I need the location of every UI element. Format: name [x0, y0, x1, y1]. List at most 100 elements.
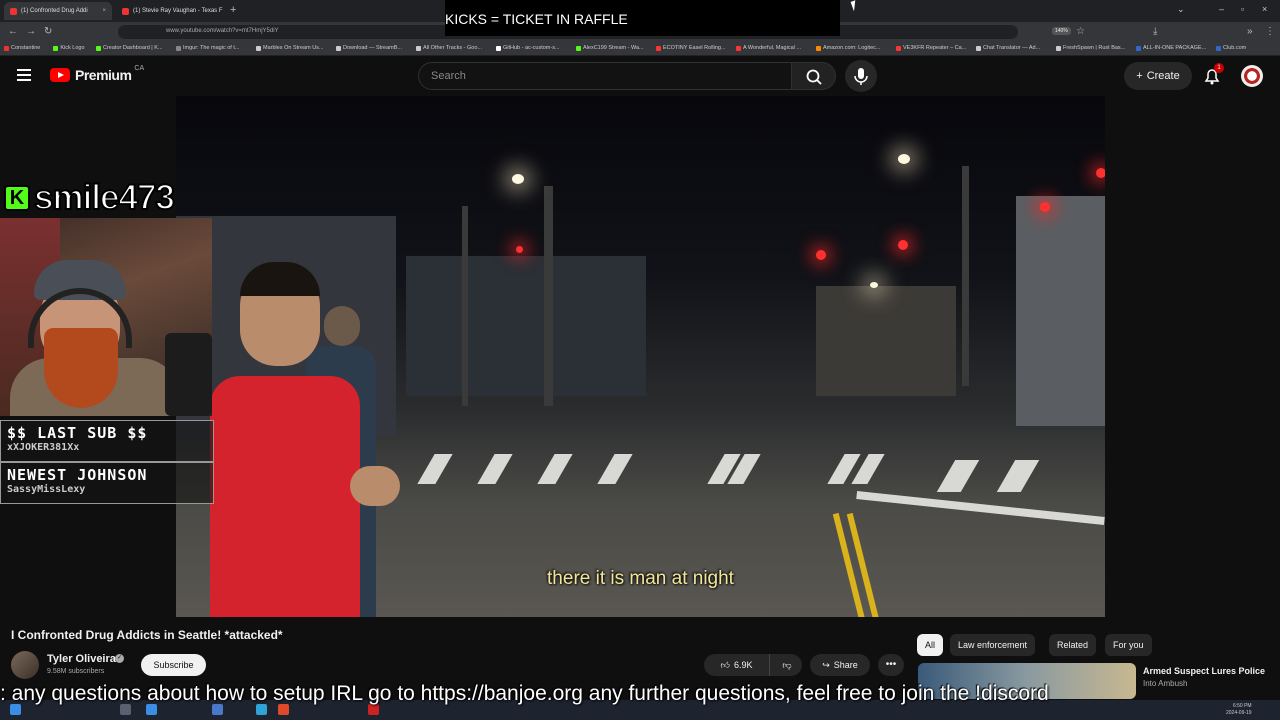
- traffic-light-red: [816, 250, 826, 260]
- bookmark-item[interactable]: ALL-IN-ONE PACKAGE...: [1136, 45, 1206, 51]
- bookmark-label: ECOTINY Easel Rolling...: [663, 45, 726, 51]
- hamburger-menu-icon[interactable]: [17, 69, 31, 81]
- reload-icon[interactable]: ↻: [44, 26, 52, 37]
- crosswalk-stripe: [537, 454, 573, 484]
- traffic-light-red: [898, 240, 908, 250]
- bookmark-item[interactable]: Creator Dashboard | K...: [96, 45, 163, 51]
- channel-avatar[interactable]: [11, 651, 39, 679]
- bookmark-favicon-icon: [1216, 45, 1221, 51]
- close-window-icon[interactable]: ×: [1262, 4, 1267, 14]
- new-tab-button[interactable]: +: [230, 4, 236, 16]
- subscribe-button[interactable]: Subscribe: [141, 654, 206, 676]
- bookmark-item[interactable]: Download — StreamB...: [336, 45, 402, 51]
- youtube-premium-logo[interactable]: Premium CA: [50, 65, 144, 83]
- youtube-favicon-icon: [10, 7, 17, 15]
- bookmark-label: Marbles On Stream Us...: [263, 45, 324, 51]
- bookmark-label: Club.com: [1223, 45, 1247, 51]
- video-player[interactable]: there it is man at night: [176, 96, 1105, 617]
- search-button[interactable]: [792, 62, 836, 90]
- chip-all[interactable]: All: [917, 634, 944, 656]
- bookmark-favicon-icon: [496, 45, 501, 51]
- extensions-icon[interactable]: »: [1247, 26, 1253, 37]
- youtube-favicon-icon: [122, 7, 129, 15]
- tab-search-icon[interactable]: ⌄: [1177, 4, 1185, 15]
- bookmarks-bar: Constantine Kick Logo Creator Dashboard | …: [0, 42, 1280, 56]
- search-input[interactable]: Search: [418, 62, 792, 90]
- bookmark-item[interactable]: VE3KFR Repeater – Ca...: [896, 45, 966, 51]
- recommended-title[interactable]: Armed Suspect Lures Police: [1143, 665, 1265, 678]
- newest-follower-panel: NEWEST JOHNSON SassyMissLexy: [0, 462, 214, 504]
- more-icon: •••: [885, 659, 897, 670]
- bookmark-item[interactable]: GitHub - ac-custom-s...: [496, 45, 560, 51]
- create-label: Create: [1146, 70, 1180, 82]
- back-icon[interactable]: ←: [8, 26, 18, 37]
- bookmark-favicon-icon: [53, 45, 59, 51]
- bookmark-item[interactable]: Chat Translator — Ad...: [976, 45, 1040, 51]
- microphone-icon: [854, 68, 868, 85]
- notification-badge: 1: [1214, 63, 1224, 73]
- like-button[interactable]: 👍︎ 6.9K: [704, 654, 770, 676]
- discord-ticker: : any questions about how to setup IRL g…: [0, 682, 1049, 705]
- bookmark-favicon-icon: [816, 45, 821, 51]
- bookmark-star-icon[interactable]: ☆: [1076, 26, 1085, 37]
- search-icon: [806, 69, 822, 85]
- street-lamp: [512, 174, 524, 184]
- dislike-button[interactable]: 👎︎: [772, 654, 802, 676]
- bookmark-label: Kick Logo: [60, 45, 85, 51]
- video-title: I Confronted Drug Addicts in Seattle! *a…: [11, 628, 283, 642]
- account-avatar[interactable]: [1241, 65, 1263, 87]
- brand-label: Premium: [75, 67, 132, 83]
- utility-pole: [462, 206, 468, 406]
- bookmark-item[interactable]: Club.com: [1216, 45, 1246, 51]
- maximize-icon[interactable]: ▫: [1241, 4, 1244, 14]
- close-tab-icon[interactable]: ×: [102, 8, 106, 14]
- streamer-name-overlay: K smile473: [0, 177, 212, 218]
- zoom-indicator[interactable]: 140%: [1052, 27, 1071, 35]
- bookmark-item[interactable]: Constantine: [4, 45, 40, 51]
- channel-name[interactable]: Tyler Oliveira: [47, 653, 116, 665]
- chip-law-enforcement[interactable]: Law enforcement: [950, 634, 1036, 656]
- bookmark-label: VE3KFR Repeater – Ca...: [903, 45, 967, 51]
- street-lamp: [870, 282, 878, 288]
- building: [1016, 196, 1105, 426]
- bookmark-item[interactable]: Amazon.com: Logitec...: [816, 45, 880, 51]
- crosswalk-stripe: [936, 460, 980, 492]
- download-icon[interactable]: ⤓: [1153, 26, 1157, 37]
- browser-tab-active[interactable]: (1) Confronted Drug Addi ×: [4, 2, 112, 20]
- browser-tab[interactable]: (1) Stevie Ray Vaughan - Texas F ×: [116, 2, 226, 20]
- bookmark-favicon-icon: [576, 45, 581, 51]
- last-sub-name: xXJOKER381Xx: [7, 442, 80, 453]
- crosswalk-stripe: [417, 454, 453, 484]
- raffle-banner-text: KICKS = TICKET IN RAFFLE: [445, 11, 628, 27]
- bookmark-item[interactable]: Imgur: The magic of t...: [176, 45, 239, 51]
- share-button[interactable]: ↪ Share: [810, 654, 870, 676]
- chip-related[interactable]: Related: [1049, 634, 1097, 656]
- bookmark-favicon-icon: [656, 45, 661, 51]
- youtube-play-icon: [50, 68, 70, 82]
- bookmark-item[interactable]: A Wonderful, Magical ...: [736, 45, 801, 51]
- create-button[interactable]: + Create: [1124, 62, 1192, 90]
- bookmark-item[interactable]: All Other Tracks - Goo...: [416, 45, 482, 51]
- bookmark-item[interactable]: FreshSpawn | Rust Bas...: [1056, 45, 1125, 51]
- clock-date: 2024-09-19: [1226, 710, 1252, 716]
- utility-pole: [962, 166, 969, 386]
- bookmark-item[interactable]: AlexC199 Stream - Wa...: [576, 45, 644, 51]
- bookmark-item[interactable]: ECOTINY Easel Rolling...: [656, 45, 726, 51]
- chip-for-you[interactable]: For you: [1105, 634, 1152, 656]
- plus-icon: +: [1136, 70, 1143, 82]
- bookmark-label: Download — StreamB...: [343, 45, 402, 51]
- bookmark-label: Chat Translator — Ad...: [983, 45, 1041, 51]
- voice-search-button[interactable]: [845, 60, 877, 92]
- traffic-light-red: [1096, 168, 1105, 178]
- bookmark-favicon-icon: [1136, 45, 1141, 51]
- bookmark-item[interactable]: Kick Logo: [53, 45, 85, 51]
- bookmark-label: Constantine: [11, 45, 41, 51]
- browser-menu-icon[interactable]: ⋮: [1265, 26, 1275, 37]
- bookmark-item[interactable]: Marbles On Stream Us...: [256, 45, 324, 51]
- more-actions-button[interactable]: •••: [878, 654, 904, 676]
- minimize-icon[interactable]: –: [1219, 4, 1224, 14]
- bookmark-label: FreshSpawn | Rust Bas...: [1063, 45, 1126, 51]
- forward-icon[interactable]: →: [26, 26, 36, 37]
- raffle-banner: KICKS = TICKET IN RAFFLE: [445, 0, 840, 36]
- bookmark-favicon-icon: [976, 45, 981, 51]
